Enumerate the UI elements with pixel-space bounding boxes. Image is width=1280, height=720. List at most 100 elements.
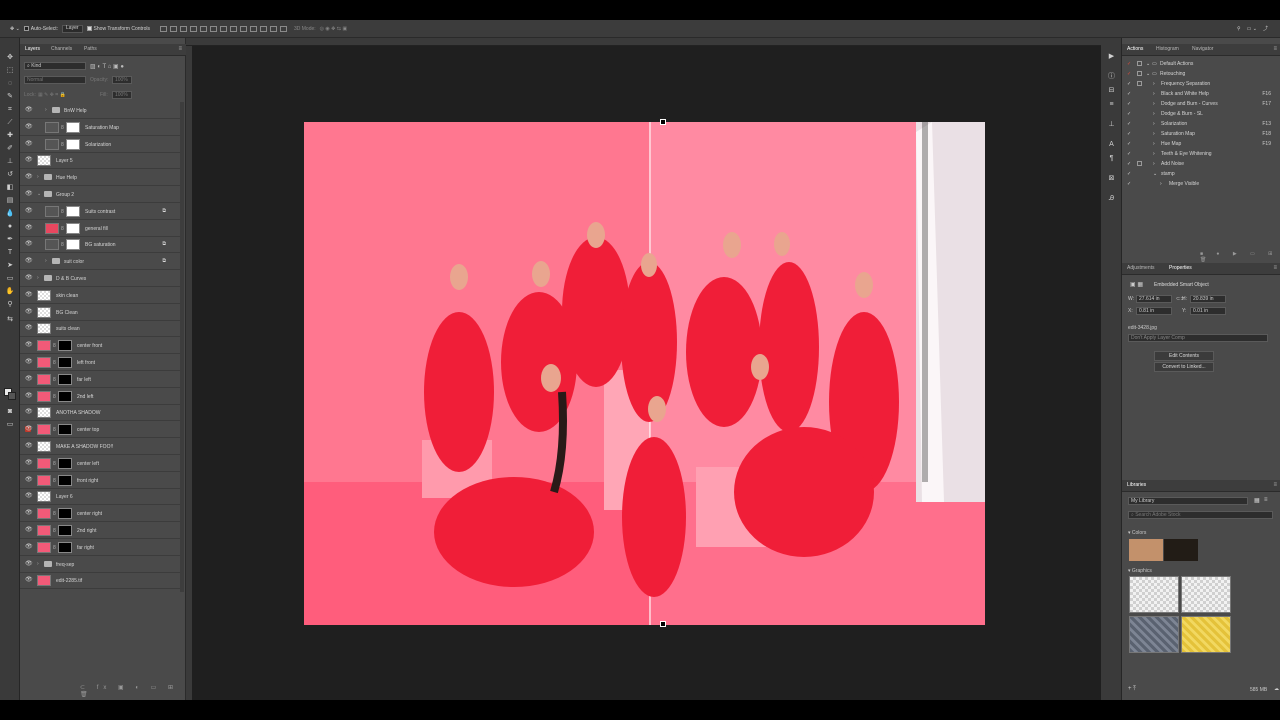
filter-kind-select[interactable]: ⌕ Kind (24, 62, 86, 70)
dialog-toggle-icon[interactable] (1137, 161, 1142, 166)
action-row[interactable]: ✓ ⌄ ▭ Default Actions (1122, 59, 1280, 69)
brush-settings-icon[interactable]: ⊥ (1107, 120, 1116, 129)
layer-row[interactable]: 👁 8 far left (20, 371, 180, 388)
layer-row[interactable]: 👁 8 2nd left (20, 388, 180, 405)
visibility-eye-icon[interactable]: 👁 (25, 225, 33, 231)
visibility-eye-icon[interactable]: 👁 (25, 309, 33, 315)
type-tool[interactable]: T (5, 249, 15, 257)
tab-navigator[interactable]: Navigator (1192, 46, 1213, 52)
layer-list-scrollbar[interactable] (180, 102, 184, 592)
dodge-tool[interactable]: ● (5, 223, 15, 231)
link-chain-icon[interactable]: 8 (53, 394, 56, 400)
graphic-thumbnail[interactable] (1129, 576, 1179, 613)
lock-icons[interactable]: ▦ ✎ ✥ ⌗ 🔒 (38, 92, 66, 98)
action-toggle-check-icon[interactable]: ✓ (1127, 101, 1131, 107)
healing-tool[interactable]: ✚ (5, 132, 15, 140)
expand-arrow-icon[interactable]: ⌄ (1153, 171, 1157, 177)
crop-tool[interactable]: ⌗ (5, 106, 15, 114)
distribute-top-icon[interactable] (219, 25, 227, 32)
history-brush-tool[interactable]: ↺ (5, 171, 15, 179)
edit-contents-button[interactable]: Edit Contents (1154, 351, 1214, 361)
expand-arrow-icon[interactable]: › (37, 174, 39, 180)
horizontal-ruler[interactable] (186, 38, 1121, 46)
link-chain-icon[interactable]: 8 (61, 226, 64, 232)
grid-view-icon[interactable]: ▦ (1254, 497, 1260, 504)
lasso-tool[interactable]: ◌ (5, 80, 15, 88)
color-swatch[interactable] (1164, 539, 1198, 561)
visibility-eye-icon[interactable]: 👁 (25, 493, 33, 499)
visibility-eye-icon[interactable]: 👁 (25, 426, 33, 433)
visibility-eye-icon[interactable]: 👁 (25, 561, 33, 567)
action-toggle-check-icon[interactable]: ✓ (1127, 151, 1131, 157)
actions-panel-icon[interactable]: ▶ (1107, 52, 1116, 61)
y-field[interactable]: 0.01 in (1190, 307, 1226, 315)
layer-row[interactable]: 👁 ANOTHA SHADOW (20, 404, 180, 422)
action-row[interactable]: ✓ › Dodge & Burn - SL (1122, 109, 1280, 119)
filter-icons[interactable]: ▨ ◐ T ⌂ ▣ ● (90, 63, 124, 70)
layer-mask-thumbnail[interactable] (58, 457, 72, 469)
layer-mask-thumbnail[interactable] (58, 357, 72, 368)
visibility-eye-icon[interactable]: 👁 (25, 443, 33, 449)
visibility-eye-icon[interactable]: 👁 (25, 157, 33, 163)
eyedropper-tool[interactable]: ⟋ (5, 119, 15, 127)
auto-align-icon[interactable] (279, 25, 287, 32)
distribute-right-icon[interactable] (269, 25, 277, 32)
shape-tool[interactable]: ▭ (5, 275, 15, 283)
eraser-tool[interactable]: ◧ (5, 184, 15, 192)
align-middle-icon[interactable] (199, 25, 207, 32)
height-field[interactable]: 20.839 in (1190, 295, 1226, 303)
visibility-eye-icon[interactable]: 👁 (25, 342, 33, 348)
align-right-icon[interactable] (179, 25, 187, 32)
link-chain-icon[interactable]: 8 (53, 461, 56, 467)
layer-row[interactable]: 👁 8 Suits contrast ⧉ (20, 203, 180, 220)
action-row[interactable]: ✓ › Hue Map F19 (1122, 139, 1280, 149)
quick-mask-icon[interactable]: ◙ (5, 408, 15, 416)
visibility-eye-icon[interactable]: 👁 (25, 258, 33, 264)
move-tool-icon[interactable]: ✥ ⌄ (10, 26, 20, 32)
blur-tool[interactable]: 💧 (5, 210, 15, 218)
layer-row[interactable]: 👁 8 Solarization (20, 136, 180, 153)
layer-mask-thumbnail[interactable] (58, 424, 72, 436)
layer-mask-thumbnail[interactable] (66, 121, 80, 133)
layer-row[interactable]: 👁 8 center top (20, 421, 180, 439)
visibility-eye-icon[interactable]: 👁 (25, 241, 33, 247)
visibility-eye-icon[interactable]: 👁 (25, 107, 33, 113)
convert-linked-button[interactable]: Convert to Linked... (1154, 362, 1214, 372)
tab-layers[interactable]: Layers (25, 46, 40, 52)
layer-mask-thumbnail[interactable] (66, 239, 80, 251)
actions-menu-icon[interactable]: ≡ (1273, 46, 1277, 52)
paragraph-icon[interactable]: ¶ (1107, 154, 1116, 163)
colors-header[interactable]: ▾ Colors (1128, 530, 1146, 536)
vertical-ruler[interactable] (186, 46, 192, 700)
workspace-icon[interactable]: ▭ ⌄ (1247, 26, 1257, 32)
layer-row[interactable]: 👁 8 center left (20, 455, 180, 472)
stamp-tool[interactable]: ⊥ (5, 158, 15, 166)
color-swatch[interactable] (1129, 539, 1163, 561)
layer-row[interactable]: 👁 8 center right (20, 505, 180, 523)
visibility-eye-icon[interactable]: 👁 (25, 325, 33, 331)
expand-arrow-icon[interactable]: › (1153, 151, 1155, 157)
layer-mask-thumbnail[interactable] (58, 508, 72, 520)
layer-mask-thumbnail[interactable] (58, 474, 72, 486)
layer-row[interactable]: 👁 MAKE A SHADOW FOO!! (20, 438, 180, 455)
visibility-eye-icon[interactable]: 👁 (25, 544, 33, 550)
link-chain-icon[interactable]: 8 (53, 343, 56, 349)
layer-mask-thumbnail[interactable] (58, 390, 72, 402)
layer-row[interactable]: 👁 edit-2285.tif (20, 572, 180, 590)
action-toggle-check-icon[interactable]: ✓ (1127, 121, 1131, 127)
action-row[interactable]: ✓ › Teeth & Eye Whitening (1122, 149, 1280, 159)
visibility-eye-icon[interactable]: 👁 (25, 141, 33, 147)
layer-row[interactable]: 👁 › Hue Help (20, 169, 180, 187)
action-row[interactable]: ✓ › Merge Visible (1122, 179, 1280, 189)
link-chain-icon[interactable]: 8 (53, 360, 56, 366)
tab-adjustments[interactable]: Adjustments (1127, 265, 1155, 271)
libraries-menu-icon[interactable]: ≡ (1273, 482, 1277, 488)
width-field[interactable]: 27.614 in (1136, 295, 1172, 303)
layer-mask-thumbnail[interactable] (66, 205, 80, 217)
show-transform-checkbox[interactable] (86, 26, 92, 31)
layer-row[interactable]: 👁 Layer 6 (20, 488, 180, 506)
expand-arrow-icon[interactable]: › (1153, 111, 1155, 117)
graphic-thumbnail[interactable] (1181, 616, 1231, 653)
fill-field[interactable]: 100% (112, 91, 132, 99)
visibility-eye-icon[interactable]: 👁 (25, 510, 33, 516)
